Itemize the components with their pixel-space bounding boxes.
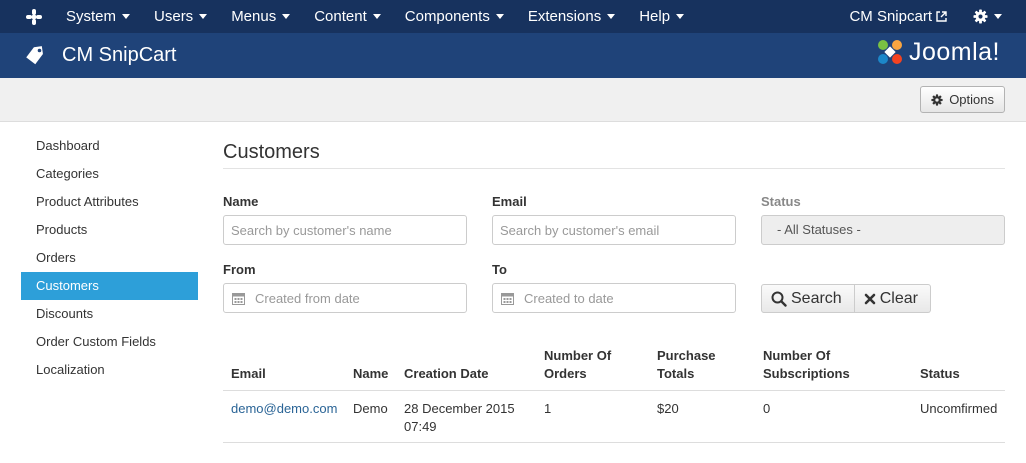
caret-down-icon [282, 14, 291, 19]
options-button[interactable]: Options [920, 86, 1005, 113]
customer-status: Uncomfirmed [920, 401, 998, 416]
sidebar-item-dashboard[interactable]: Dashboard [21, 132, 198, 160]
admin-settings-menu[interactable] [973, 9, 1002, 24]
sidebar-item-product-attributes[interactable]: Product Attributes [21, 188, 198, 216]
customer-creation-date: 28 December 2015 07:49 [404, 401, 515, 434]
joomla-logo-icon [877, 40, 902, 64]
customer-email-link[interactable]: demo@demo.com [231, 400, 337, 418]
sidebar-item-customers[interactable]: Customers [21, 272, 198, 300]
sidebar-item-localization[interactable]: Localization [21, 356, 198, 384]
customer-name: Demo [353, 401, 388, 416]
menu-components[interactable]: Components [393, 0, 516, 33]
caret-down-icon [495, 14, 504, 19]
site-link[interactable]: CM Snipcart [849, 8, 947, 25]
sidebar-item-products[interactable]: Products [21, 216, 198, 244]
sidebar-item-orders[interactable]: Orders [21, 244, 198, 272]
calendar-icon [232, 292, 245, 305]
sidebar-item-discounts[interactable]: Discounts [21, 300, 198, 328]
column-header-orders[interactable]: Number Of Orders [544, 347, 611, 383]
external-link-icon [936, 11, 947, 22]
navbar-right: CM Snipcart [849, 0, 1026, 33]
caret-down-icon [607, 14, 616, 19]
search-button[interactable]: Search [761, 284, 855, 313]
column-header-creation-date[interactable]: Creation Date [404, 365, 489, 383]
filter-buttons: Search Clear [761, 284, 931, 313]
caret-down-icon [122, 14, 131, 19]
column-header-purchase-totals[interactable]: Purchase Totals [657, 347, 716, 383]
from-label: From [223, 262, 256, 277]
from-date-field[interactable] [223, 283, 467, 313]
from-date-input[interactable] [245, 290, 445, 306]
column-header-subscriptions[interactable]: Number Of Subscriptions [763, 347, 850, 383]
table-row-divider [223, 442, 1005, 443]
email-label: Email [492, 194, 527, 209]
column-header-email[interactable]: Email [231, 365, 266, 383]
toolbar: Options [0, 78, 1026, 122]
menu-help[interactable]: Help [627, 0, 696, 33]
customer-subscriptions-count: 0 [763, 401, 771, 416]
component-header: CM SnipCart Joomla! [0, 33, 1026, 78]
caret-down-icon [994, 14, 1002, 19]
to-date-input[interactable] [514, 290, 714, 306]
table-header-divider [223, 390, 1005, 391]
caret-down-icon [199, 14, 208, 19]
customer-purchase-total: $20 [657, 401, 679, 416]
caret-down-icon [372, 14, 381, 19]
clear-button[interactable]: Clear [854, 284, 931, 313]
component-title: CM SnipCart [62, 44, 177, 66]
column-header-name[interactable]: Name [353, 365, 388, 383]
main-menu: System Users Menus Content Components Ex… [54, 0, 696, 33]
name-label: Name [223, 194, 259, 209]
caret-down-icon [676, 14, 685, 19]
sidebar-item-categories[interactable]: Categories [21, 160, 198, 188]
menu-content[interactable]: Content [302, 0, 393, 33]
tag-icon [26, 46, 43, 65]
gear-icon [973, 9, 988, 24]
joomla-wordmark: Joomla! [908, 37, 1000, 66]
joomla-logo: Joomla! [875, 37, 1000, 67]
column-header-status[interactable]: Status [920, 365, 960, 383]
page-title: Customers [223, 141, 320, 163]
name-search-input[interactable] [223, 215, 467, 245]
menu-users[interactable]: Users [142, 0, 219, 33]
menu-menus[interactable]: Menus [219, 0, 302, 33]
calendar-icon [501, 292, 514, 305]
divider [223, 168, 1005, 169]
joomla-icon[interactable] [24, 7, 44, 27]
close-icon [864, 293, 876, 304]
menu-extensions[interactable]: Extensions [516, 0, 627, 33]
search-icon [771, 291, 787, 307]
top-navbar: System Users Menus Content Components Ex… [0, 0, 1026, 33]
sidebar: Dashboard Categories Product Attributes … [21, 132, 198, 384]
to-label: To [492, 262, 507, 277]
status-label: Status [761, 194, 801, 209]
email-search-input[interactable] [492, 215, 736, 245]
to-date-field[interactable] [492, 283, 736, 313]
menu-system[interactable]: System [54, 0, 142, 33]
customer-orders-count: 1 [544, 401, 552, 416]
sidebar-item-order-custom-fields[interactable]: Order Custom Fields [21, 328, 198, 356]
gear-icon [931, 93, 943, 106]
status-select[interactable]: - All Statuses - [761, 215, 1005, 245]
